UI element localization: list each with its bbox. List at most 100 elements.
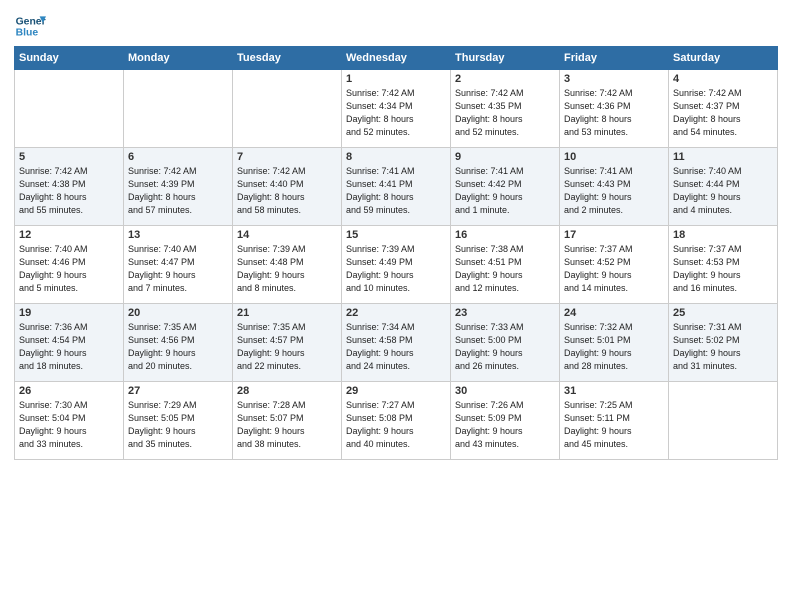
day-info: Sunrise: 7:37 AM Sunset: 4:53 PM Dayligh…: [673, 243, 773, 295]
week-row-2: 5 Sunrise: 7:42 AM Sunset: 4:38 PM Daylig…: [15, 148, 778, 226]
day-cell: 30 Sunrise: 7:26 AM Sunset: 5:09 PM Dayli…: [451, 382, 560, 460]
day-info: Sunrise: 7:41 AM Sunset: 4:41 PM Dayligh…: [346, 165, 446, 217]
day-info: Sunrise: 7:31 AM Sunset: 5:02 PM Dayligh…: [673, 321, 773, 373]
header-row: SundayMondayTuesdayWednesdayThursdayFrid…: [15, 47, 778, 70]
day-number: 13: [128, 229, 228, 241]
day-number: 10: [564, 151, 664, 163]
day-number: 9: [455, 151, 555, 163]
day-number: 26: [19, 385, 119, 397]
day-number: 5: [19, 151, 119, 163]
day-info: Sunrise: 7:42 AM Sunset: 4:38 PM Dayligh…: [19, 165, 119, 217]
day-info: Sunrise: 7:30 AM Sunset: 5:04 PM Dayligh…: [19, 399, 119, 451]
day-cell: [15, 70, 124, 148]
day-number: 28: [237, 385, 337, 397]
day-cell: 6 Sunrise: 7:42 AM Sunset: 4:39 PM Daylig…: [124, 148, 233, 226]
day-cell: 17 Sunrise: 7:37 AM Sunset: 4:52 PM Dayli…: [560, 226, 669, 304]
day-info: Sunrise: 7:42 AM Sunset: 4:40 PM Dayligh…: [237, 165, 337, 217]
day-cell: 10Sunrise: 7:41 AM Sunset: 4:43 PM Dayli…: [560, 148, 669, 226]
day-number: 16: [455, 229, 555, 241]
day-cell: [233, 70, 342, 148]
day-number: 20: [128, 307, 228, 319]
day-info: Sunrise: 7:42 AM Sunset: 4:35 PM Dayligh…: [455, 87, 555, 139]
day-cell: 2 Sunrise: 7:42 AM Sunset: 4:35 PM Daylig…: [451, 70, 560, 148]
day-cell: 5 Sunrise: 7:42 AM Sunset: 4:38 PM Daylig…: [15, 148, 124, 226]
day-info: Sunrise: 7:27 AM Sunset: 5:08 PM Dayligh…: [346, 399, 446, 451]
col-header-wednesday: Wednesday: [342, 47, 451, 70]
day-number: 17: [564, 229, 664, 241]
day-cell: [669, 382, 778, 460]
day-cell: 9Sunrise: 7:41 AM Sunset: 4:42 PM Daylig…: [451, 148, 560, 226]
day-number: 23: [455, 307, 555, 319]
col-header-sunday: Sunday: [15, 47, 124, 70]
day-cell: 23 Sunrise: 7:33 AM Sunset: 5:00 PM Dayli…: [451, 304, 560, 382]
day-info: Sunrise: 7:38 AM Sunset: 4:51 PM Dayligh…: [455, 243, 555, 295]
day-number: 22: [346, 307, 446, 319]
day-cell: 19 Sunrise: 7:36 AM Sunset: 4:54 PM Dayli…: [15, 304, 124, 382]
day-info: Sunrise: 7:25 AM Sunset: 5:11 PM Dayligh…: [564, 399, 664, 451]
day-number: 30: [455, 385, 555, 397]
day-info: Sunrise: 7:33 AM Sunset: 5:00 PM Dayligh…: [455, 321, 555, 373]
calendar-table: SundayMondayTuesdayWednesdayThursdayFrid…: [14, 46, 778, 460]
day-info: Sunrise: 7:34 AM Sunset: 4:58 PM Dayligh…: [346, 321, 446, 373]
day-info: Sunrise: 7:39 AM Sunset: 4:48 PM Dayligh…: [237, 243, 337, 295]
week-row-5: 26 Sunrise: 7:30 AM Sunset: 5:04 PM Dayli…: [15, 382, 778, 460]
day-number: 6: [128, 151, 228, 163]
day-number: 18: [673, 229, 773, 241]
day-cell: 12Sunrise: 7:40 AM Sunset: 4:46 PM Dayli…: [15, 226, 124, 304]
day-cell: 22 Sunrise: 7:34 AM Sunset: 4:58 PM Dayli…: [342, 304, 451, 382]
week-row-1: 1 Sunrise: 7:42 AM Sunset: 4:34 PM Daylig…: [15, 70, 778, 148]
day-number: 11: [673, 151, 773, 163]
logo: General Blue: [14, 10, 46, 42]
day-number: 12: [19, 229, 119, 241]
day-number: 14: [237, 229, 337, 241]
day-number: 29: [346, 385, 446, 397]
col-header-tuesday: Tuesday: [233, 47, 342, 70]
day-info: Sunrise: 7:42 AM Sunset: 4:34 PM Dayligh…: [346, 87, 446, 139]
day-cell: 1 Sunrise: 7:42 AM Sunset: 4:34 PM Daylig…: [342, 70, 451, 148]
day-cell: 26 Sunrise: 7:30 AM Sunset: 5:04 PM Dayli…: [15, 382, 124, 460]
page-container: General Blue SundayMondayTuesdayWednesda…: [0, 0, 792, 466]
col-header-monday: Monday: [124, 47, 233, 70]
day-info: Sunrise: 7:26 AM Sunset: 5:09 PM Dayligh…: [455, 399, 555, 451]
day-cell: 20 Sunrise: 7:35 AM Sunset: 4:56 PM Dayli…: [124, 304, 233, 382]
logo-icon: General Blue: [14, 10, 46, 42]
day-cell: [124, 70, 233, 148]
day-number: 3: [564, 73, 664, 85]
day-info: Sunrise: 7:40 AM Sunset: 4:47 PM Dayligh…: [128, 243, 228, 295]
day-number: 19: [19, 307, 119, 319]
day-number: 1: [346, 73, 446, 85]
day-cell: 3Sunrise: 7:42 AM Sunset: 4:36 PM Daylig…: [560, 70, 669, 148]
day-cell: 15Sunrise: 7:39 AM Sunset: 4:49 PM Dayli…: [342, 226, 451, 304]
day-cell: 25 Sunrise: 7:31 AM Sunset: 5:02 PM Dayli…: [669, 304, 778, 382]
day-number: 21: [237, 307, 337, 319]
day-number: 2: [455, 73, 555, 85]
day-info: Sunrise: 7:29 AM Sunset: 5:05 PM Dayligh…: [128, 399, 228, 451]
day-number: 24: [564, 307, 664, 319]
day-cell: 16 Sunrise: 7:38 AM Sunset: 4:51 PM Dayli…: [451, 226, 560, 304]
day-cell: 11 Sunrise: 7:40 AM Sunset: 4:44 PM Dayli…: [669, 148, 778, 226]
day-info: Sunrise: 7:40 AM Sunset: 4:44 PM Dayligh…: [673, 165, 773, 217]
day-cell: 14 Sunrise: 7:39 AM Sunset: 4:48 PM Dayli…: [233, 226, 342, 304]
day-number: 8: [346, 151, 446, 163]
day-cell: 21 Sunrise: 7:35 AM Sunset: 4:57 PM Dayli…: [233, 304, 342, 382]
day-info: Sunrise: 7:42 AM Sunset: 4:39 PM Dayligh…: [128, 165, 228, 217]
day-cell: 4Sunrise: 7:42 AM Sunset: 4:37 PM Daylig…: [669, 70, 778, 148]
svg-text:Blue: Blue: [16, 28, 39, 39]
day-cell: 31Sunrise: 7:25 AM Sunset: 5:11 PM Dayli…: [560, 382, 669, 460]
day-info: Sunrise: 7:36 AM Sunset: 4:54 PM Dayligh…: [19, 321, 119, 373]
day-number: 25: [673, 307, 773, 319]
header: General Blue: [14, 10, 778, 42]
day-cell: 29 Sunrise: 7:27 AM Sunset: 5:08 PM Dayli…: [342, 382, 451, 460]
day-info: Sunrise: 7:37 AM Sunset: 4:52 PM Dayligh…: [564, 243, 664, 295]
day-cell: 24 Sunrise: 7:32 AM Sunset: 5:01 PM Dayli…: [560, 304, 669, 382]
day-cell: 7Sunrise: 7:42 AM Sunset: 4:40 PM Daylig…: [233, 148, 342, 226]
day-number: 27: [128, 385, 228, 397]
day-info: Sunrise: 7:35 AM Sunset: 4:57 PM Dayligh…: [237, 321, 337, 373]
col-header-saturday: Saturday: [669, 47, 778, 70]
day-info: Sunrise: 7:35 AM Sunset: 4:56 PM Dayligh…: [128, 321, 228, 373]
day-info: Sunrise: 7:32 AM Sunset: 5:01 PM Dayligh…: [564, 321, 664, 373]
day-cell: 28 Sunrise: 7:28 AM Sunset: 5:07 PM Dayli…: [233, 382, 342, 460]
day-info: Sunrise: 7:28 AM Sunset: 5:07 PM Dayligh…: [237, 399, 337, 451]
day-cell: 27 Sunrise: 7:29 AM Sunset: 5:05 PM Dayli…: [124, 382, 233, 460]
day-cell: 13 Sunrise: 7:40 AM Sunset: 4:47 PM Dayli…: [124, 226, 233, 304]
